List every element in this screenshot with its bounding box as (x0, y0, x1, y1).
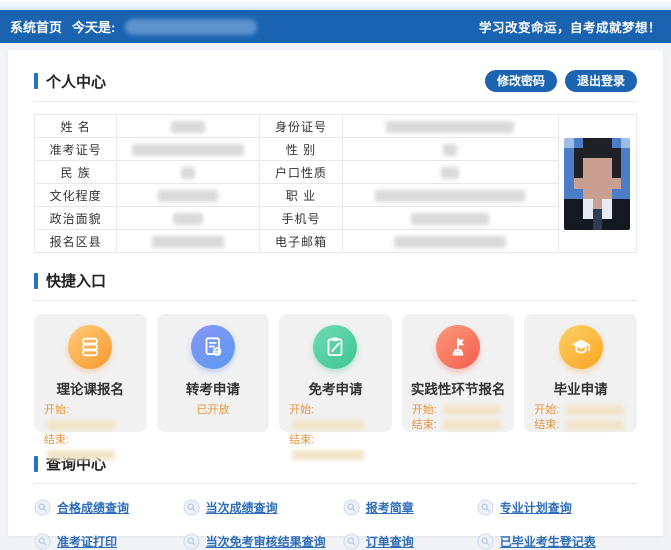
section-accent-bar (34, 73, 38, 89)
profile-table: 姓 名 身份证号准考证号 性 别民 族 户口性质文化程度 职 业政治面貌 手机号报名区县 电… (34, 114, 637, 253)
card-status: 开始: 结束: (402, 403, 515, 433)
main-content-card: 个人中心 修改密码 退出登录 姓 名身份证号准考证号性 别民 族户口性质文化程度… (8, 50, 663, 536)
field-label: 文化程度 (35, 184, 117, 207)
field-value-redacted (117, 230, 260, 253)
search-circle-icon (34, 499, 51, 516)
quick-entry-card-graduation-cap[interactable]: 毕业申请开始: 结束: (524, 314, 637, 432)
quick-entry-title: 快捷入口 (34, 270, 106, 291)
section-divider (34, 101, 637, 102)
profile-table-body: 姓 名 身份证号准考证号 性 别民 族 户口性质文化程度 职 业政治面貌 手机号报名区县 电… (35, 115, 637, 253)
query-links: 合格成绩查询当次成绩查询报考简章专业计划查询准考证打印当次免考审核结果查询订单查… (34, 499, 637, 550)
graduation-cap-icon (559, 325, 603, 369)
section-accent-bar (34, 456, 38, 472)
field-label: 职 业 (260, 184, 342, 207)
field-label: 电子邮箱 (260, 230, 342, 253)
field-value-redacted (117, 138, 260, 161)
search-circle-icon (477, 499, 494, 516)
nav-home-link[interactable]: 系统首页 (10, 17, 62, 36)
card-status: 开始: 结束: (524, 403, 637, 433)
quick-entry-card-transfer-document[interactable]: 转考申请已开放 (157, 314, 270, 432)
section-divider (34, 483, 637, 484)
profile-row: 民 族 户口性质 (35, 161, 637, 184)
query-link-label: 报考简章 (366, 499, 414, 516)
field-value-redacted (342, 138, 558, 161)
field-value-redacted (342, 161, 558, 184)
field-value-redacted (342, 115, 558, 138)
field-label: 手机号 (260, 207, 342, 230)
quick-entry-cards: 理论课报名开始: 结束: 转考申请已开放免考申请开始: 结束: 实践性环节报名开… (34, 314, 637, 432)
query-link[interactable]: 当次成绩查询 (183, 499, 343, 516)
today-date-redacted (125, 19, 257, 35)
field-value-redacted (117, 184, 260, 207)
field-value-redacted (342, 230, 558, 253)
query-link[interactable]: 专业计划查询 (477, 499, 637, 516)
card-status: 开始: 结束: (279, 403, 392, 463)
search-circle-icon (343, 499, 360, 516)
field-label: 报名区县 (35, 230, 117, 253)
id-photo-pixelated (564, 138, 630, 230)
logout-button[interactable]: 退出登录 (565, 70, 637, 92)
field-label: 身份证号 (260, 115, 342, 138)
quick-entry-card-practice-flag[interactable]: 实践性环节报名开始: 结束: (402, 314, 515, 432)
section-accent-bar (34, 273, 38, 289)
personal-center-title: 个人中心 (34, 71, 106, 92)
header-sky-banner (0, 0, 671, 10)
field-label: 政治面貌 (35, 207, 117, 230)
profile-row: 文化程度 职 业 (35, 184, 637, 207)
search-circle-icon (183, 499, 200, 516)
field-value-redacted (117, 207, 260, 230)
personal-center-header: 个人中心 修改密码 退出登录 (34, 50, 637, 92)
id-photo-cell (558, 115, 636, 253)
card-title: 实践性环节报名 (402, 378, 515, 398)
clipboard-pencil-icon (313, 325, 357, 369)
card-status: 开始: 结束: (34, 403, 147, 463)
top-nav-bar: 系统首页 今天是: 学习改变命运，自考成就梦想！ (0, 10, 671, 43)
query-link[interactable]: 合格成绩查询 (34, 499, 183, 516)
field-value-redacted (117, 161, 260, 184)
field-value-redacted (117, 115, 260, 138)
query-link-label: 专业计划查询 (500, 499, 572, 516)
profile-row: 姓 名 身份证号 (35, 115, 637, 138)
field-label: 准考证号 (35, 138, 117, 161)
profile-row: 准考证号 性 别 (35, 138, 637, 161)
field-value-redacted (342, 207, 558, 230)
quick-entry-card-clipboard-pencil[interactable]: 免考申请开始: 结束: (279, 314, 392, 432)
profile-row: 政治面貌 手机号 (35, 207, 637, 230)
transfer-document-icon (191, 325, 235, 369)
practice-flag-icon (436, 325, 480, 369)
card-title: 免考申请 (279, 378, 392, 398)
field-label: 民 族 (35, 161, 117, 184)
field-label: 户口性质 (260, 161, 342, 184)
query-link-label: 当次成绩查询 (206, 499, 278, 516)
quick-entry-title-text: 快捷入口 (46, 270, 106, 291)
query-link-label: 合格成绩查询 (57, 499, 129, 516)
card-title: 转考申请 (157, 378, 270, 398)
personal-center-title-text: 个人中心 (46, 71, 106, 92)
today-label: 今天是: (72, 17, 115, 36)
card-title: 毕业申请 (524, 378, 637, 398)
card-title: 理论课报名 (34, 378, 147, 398)
books-stack-icon (68, 325, 112, 369)
profile-row: 报名区县 电子邮箱 (35, 230, 637, 253)
change-password-button[interactable]: 修改密码 (485, 70, 557, 92)
quick-entry-card-books-stack[interactable]: 理论课报名开始: 结束: (34, 314, 147, 432)
quick-entry-header: 快捷入口 (34, 253, 637, 291)
query-link[interactable]: 报考简章 (343, 499, 477, 516)
slogan-text: 学习改变命运，自考成就梦想！ (479, 17, 661, 36)
field-label: 姓 名 (35, 115, 117, 138)
section-divider (34, 300, 637, 301)
card-status: 已开放 (157, 403, 270, 418)
field-label: 性 别 (260, 138, 342, 161)
field-value-redacted (342, 184, 558, 207)
